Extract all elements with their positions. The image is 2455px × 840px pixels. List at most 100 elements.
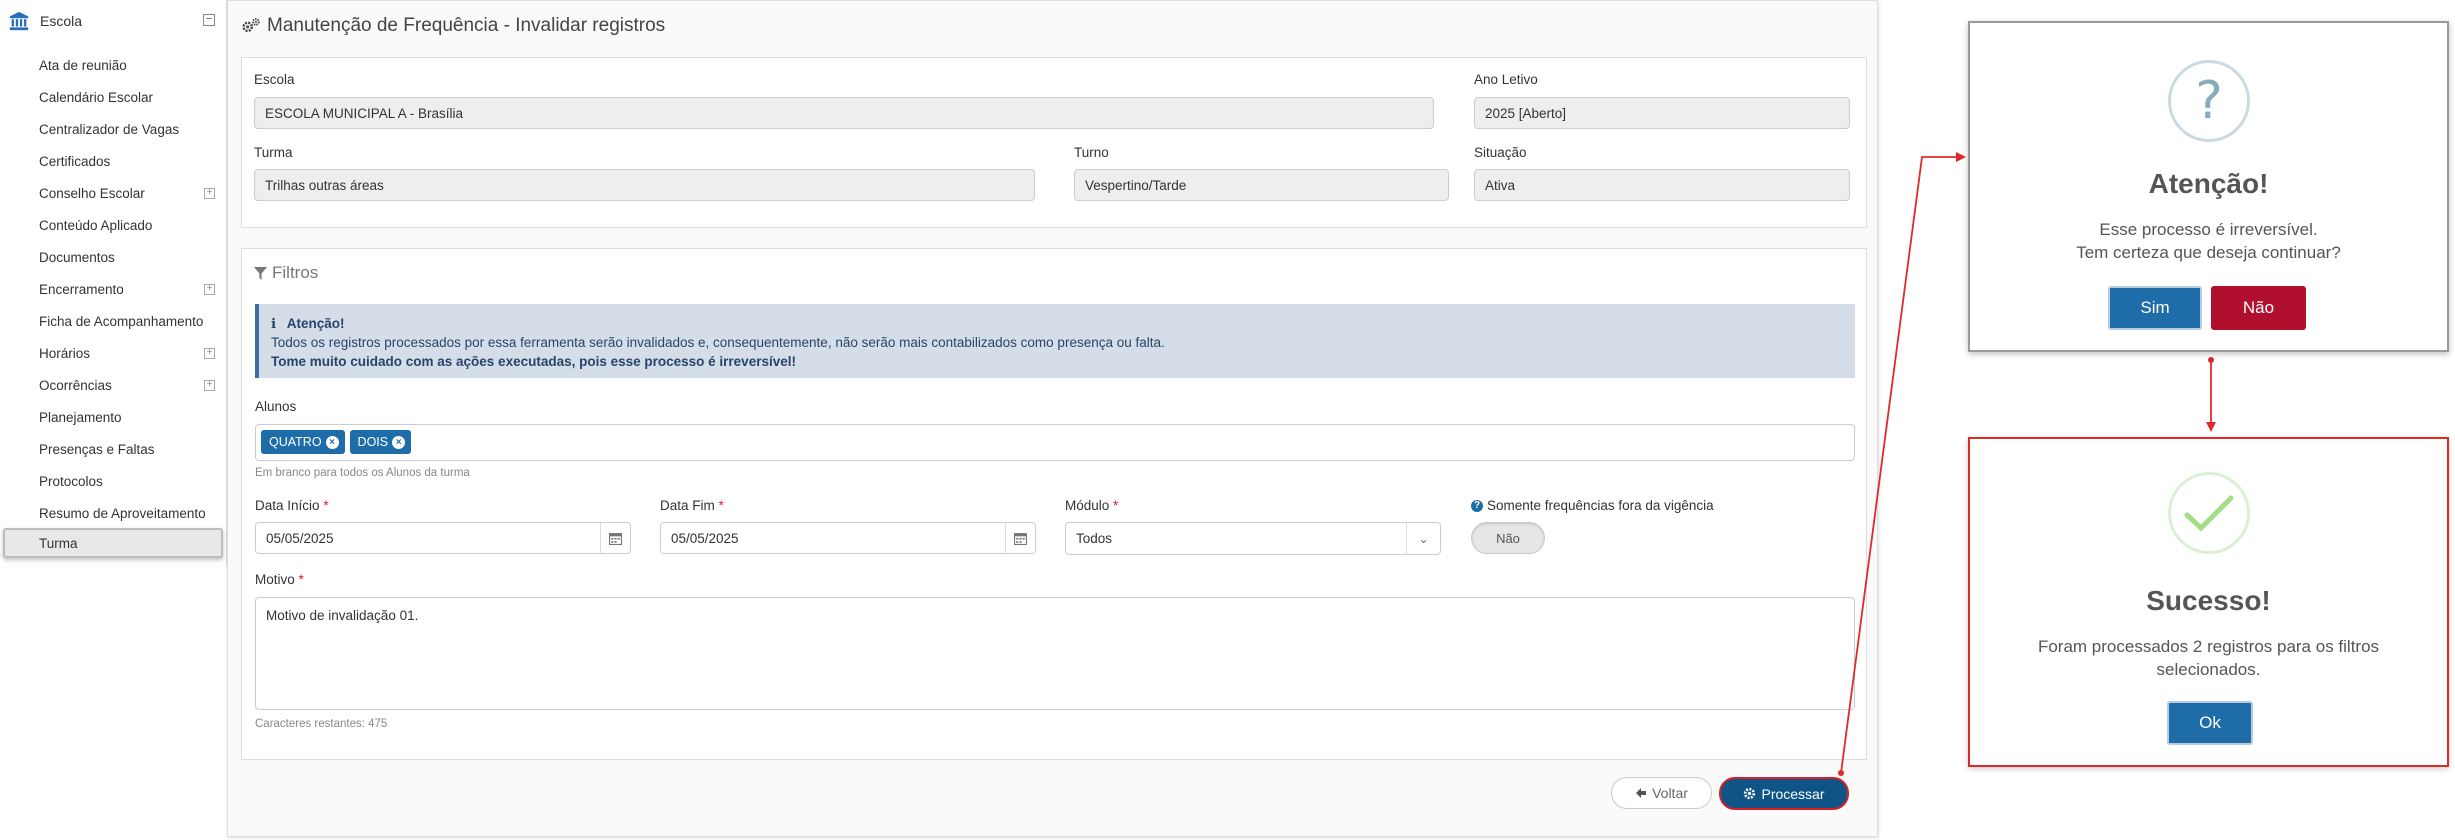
success-title: Sucesso!	[2146, 585, 2271, 616]
sim-button[interactable]: Sim	[2108, 286, 2202, 330]
turma-field: Trilhas outras áreas	[254, 169, 1035, 201]
voltar-label: Voltar	[1652, 785, 1688, 801]
confirm-line1: Esse processo é irreversível.	[2099, 220, 2318, 239]
aluno-tag[interactable]: DOIS ×	[349, 430, 412, 454]
processar-button[interactable]: Processar	[1719, 777, 1849, 810]
sidebar-item-label: Resumo de Aproveitamento	[39, 505, 206, 521]
main-panel: Manutenção de Frequência - Invalidar reg…	[227, 0, 1878, 837]
calendar-icon[interactable]	[600, 523, 630, 553]
alunos-label: Alunos	[255, 399, 297, 414]
sidebar-item-protocolos[interactable]: Protocolos	[0, 466, 227, 496]
data-inicio-label: Data Início *	[255, 498, 329, 513]
filters-title: Filtros	[254, 263, 318, 283]
sidebar-item-label: Ata de reunião	[39, 57, 127, 73]
sidebar-item-label: Centralizador de Vagas	[39, 121, 180, 137]
data-fim-value: 05/05/2025	[671, 530, 739, 546]
sidebar-item-label: Conteúdo Aplicado	[39, 217, 153, 233]
filters-panel: Filtros ℹ Atenção! Todos os registros pr…	[241, 248, 1867, 760]
filters-title-text: Filtros	[272, 263, 319, 282]
data-fim-label-text: Data Fim	[660, 498, 715, 513]
check-icon	[2168, 472, 2250, 554]
processar-label: Processar	[1761, 785, 1825, 802]
sidebar-item-horarios[interactable]: Horários +	[0, 338, 227, 368]
remove-tag-icon[interactable]: ×	[392, 435, 406, 449]
bank-icon	[9, 11, 29, 31]
sidebar-item-ata-de-reuniao[interactable]: Ata de reunião	[0, 50, 227, 80]
page-title: Manutenção de Frequência - Invalidar reg…	[241, 15, 665, 37]
alunos-multiselect[interactable]: QUATRO × DOIS ×	[255, 424, 1855, 461]
sidebar-item-conselho-escolar[interactable]: Conselho Escolar +	[0, 178, 227, 208]
motivo-label-text: Motivo	[255, 572, 295, 587]
sidebar-item-presencas-e-faltas[interactable]: Presenças e Faltas	[0, 434, 227, 464]
sidebar-item-conteudo-aplicado[interactable]: Conteúdo Aplicado	[0, 210, 227, 240]
sidebar-item-centralizador-de-vagas[interactable]: Centralizador de Vagas	[0, 114, 227, 144]
expand-icon[interactable]: +	[204, 188, 215, 199]
calendar-icon[interactable]	[1005, 523, 1035, 553]
confirm-dialog: ? Atenção! Esse processo é irreversível.…	[1968, 21, 2449, 352]
sidebar-item-certificados[interactable]: Certificados	[0, 146, 227, 176]
escola-label: Escola	[254, 72, 295, 87]
remove-tag-icon[interactable]: ×	[325, 435, 339, 449]
sidebar-item-documentos[interactable]: Documentos	[0, 242, 227, 272]
modulo-select[interactable]: Todos ⌄	[1065, 522, 1441, 555]
ano-letivo-label: Ano Letivo	[1474, 72, 1538, 87]
expand-icon[interactable]: +	[204, 348, 215, 359]
sidebar-item-label: Protocolos	[39, 473, 103, 489]
motivo-textarea[interactable]: Motivo de invalidação 01.	[255, 597, 1855, 710]
nao-button[interactable]: Não	[2211, 286, 2306, 330]
data-inicio-value: 05/05/2025	[266, 530, 334, 546]
success-line1: Foram processados 2 registros para os fi…	[2037, 637, 2380, 656]
sidebar-item-calendario-escolar[interactable]: Calendário Escolar	[0, 82, 227, 112]
success-line2: selecionados.	[2156, 660, 2261, 679]
alunos-hint: Em branco para todos os Alunos da turma	[255, 467, 470, 479]
collapse-icon[interactable]: −	[203, 14, 215, 26]
aluno-tag-label: QUATRO	[269, 435, 322, 449]
arrow-left-icon	[1636, 788, 1647, 798]
confirm-line2: Tem certeza que deseja continuar?	[2076, 243, 2341, 262]
data-fim-input[interactable]: 05/05/2025	[660, 522, 1036, 554]
sidebar-item-label: Certificados	[39, 153, 111, 169]
help-icon[interactable]: ?	[1471, 499, 1483, 512]
data-fim-label: Data Fim *	[660, 498, 724, 513]
turno-field: Vespertino/Tarde	[1074, 169, 1449, 201]
expand-icon[interactable]: +	[204, 380, 215, 391]
data-inicio-input[interactable]: 05/05/2025	[255, 522, 631, 554]
ok-button[interactable]: Ok	[2167, 701, 2253, 745]
voltar-button[interactable]: Voltar	[1611, 777, 1712, 809]
sidebar-item-label: Presenças e Faltas	[39, 441, 155, 457]
gears-icon	[242, 18, 260, 33]
somente-label: ? Somente frequências fora da vigência	[1471, 498, 1714, 513]
question-icon: ?	[2168, 60, 2250, 142]
sidebar-item-label: Encerramento	[39, 281, 124, 297]
turno-label: Turno	[1074, 145, 1109, 160]
sidebar-item-ocorrencias[interactable]: Ocorrências +	[0, 370, 227, 400]
ano-letivo-field: 2025 [Aberto]	[1474, 97, 1850, 129]
success-dialog: Sucesso! Foram processados 2 registros p…	[1968, 437, 2449, 767]
required-mark: *	[298, 572, 304, 587]
alert-line1: Todos os registros processados por essa …	[271, 335, 1165, 350]
aluno-tag-label: DOIS	[357, 435, 389, 449]
expand-icon[interactable]: +	[204, 284, 215, 295]
sidebar-item-label: Documentos	[39, 249, 115, 265]
sidebar-item-label: Calendário Escolar	[39, 89, 154, 105]
motivo-label: Motivo *	[255, 572, 304, 587]
sidebar-item-encerramento[interactable]: Encerramento +	[0, 274, 227, 304]
filter-icon	[254, 266, 267, 280]
modulo-value: Todos	[1076, 531, 1113, 546]
chars-remaining: Caracteres restantes: 475	[255, 718, 388, 730]
required-mark: *	[323, 498, 329, 513]
situacao-field: Ativa	[1474, 169, 1850, 201]
required-mark: *	[1113, 498, 1119, 513]
somente-label-text: Somente frequências fora da vigência	[1487, 498, 1714, 513]
warning-alert: ℹ Atenção! Todos os registros processado…	[255, 304, 1855, 378]
confirm-title: Atenção!	[2148, 168, 2269, 199]
aluno-tag[interactable]: QUATRO ×	[261, 430, 345, 454]
sidebar-item-resumo-de-aproveitamento[interactable]: Resumo de Aproveitamento	[0, 498, 227, 528]
sidebar-item-ficha-de-acompanhamento[interactable]: Ficha de Acompanhamento	[0, 306, 227, 336]
somente-toggle[interactable]: Não	[1471, 522, 1545, 554]
gear-icon	[1744, 787, 1756, 800]
situacao-label: Situação	[1474, 145, 1527, 160]
sidebar-item-planejamento[interactable]: Planejamento	[0, 402, 227, 432]
sidebar-item-turma[interactable]: Turma	[3, 528, 223, 558]
sidebar-header-escola[interactable]: Escola −	[0, 6, 227, 36]
